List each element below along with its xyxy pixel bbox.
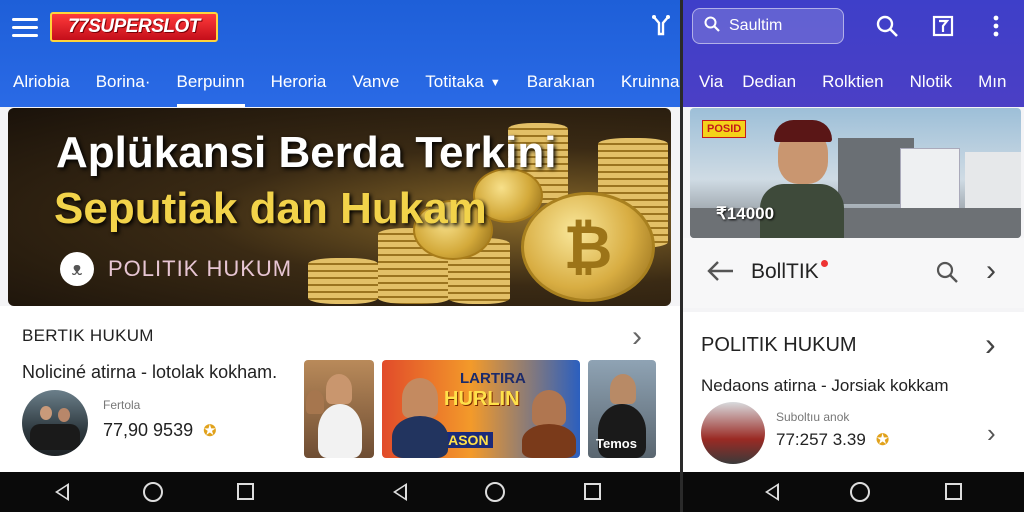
tab-totitaka[interactable]: Totitaka ▼ bbox=[412, 60, 513, 107]
thumbnail-3[interactable]: Temos bbox=[588, 360, 656, 458]
channel-title: BollTIK bbox=[751, 260, 828, 284]
recents-icon[interactable] bbox=[237, 483, 254, 500]
tab-berpuinn[interactable]: Berpuinn bbox=[164, 60, 258, 107]
category-tabs: Via Dedian Rolktien Nlotik Mın bbox=[683, 60, 1019, 107]
bitcoin-coin-icon: ₿ bbox=[521, 192, 655, 302]
coin-badge-icon: ✪ bbox=[875, 432, 890, 449]
thumbnail-banner-line1: LARTIRA bbox=[460, 370, 526, 387]
hero-headline: Aplükansi Berda Terkini bbox=[56, 128, 557, 177]
avatar[interactable] bbox=[22, 390, 88, 456]
search-placeholder: Saultim bbox=[729, 17, 783, 34]
hamburger-menu-icon[interactable] bbox=[12, 18, 38, 38]
back-icon[interactable] bbox=[393, 483, 407, 501]
back-icon[interactable] bbox=[55, 483, 69, 501]
card-subtitle: Nedaons atirna - Jorsiak kokkam bbox=[701, 376, 949, 395]
user-icon: ᴥ bbox=[60, 252, 94, 286]
home-icon[interactable] bbox=[485, 482, 505, 502]
recents-icon[interactable] bbox=[945, 483, 962, 500]
search-icon bbox=[703, 15, 721, 38]
card-heading: POLITIK HUKUM bbox=[701, 334, 857, 356]
thumbnail-2[interactable]: LARTIRA HURLIN DASON bbox=[382, 360, 580, 458]
thumbnail-1[interactable] bbox=[304, 360, 374, 458]
chevron-right-icon[interactable]: › bbox=[985, 326, 996, 363]
bookmark-icon[interactable] bbox=[931, 14, 955, 44]
tab-dedian[interactable]: Dedian bbox=[729, 60, 809, 107]
tab-nlotik[interactable]: Nlotik bbox=[897, 60, 966, 107]
notification-dot-icon bbox=[820, 260, 828, 267]
thumbnail-caption: Temos bbox=[596, 436, 637, 451]
tab-rolktien[interactable]: Rolktien bbox=[809, 60, 896, 107]
card-heading: BERTIK HUKUM bbox=[22, 326, 154, 345]
hero-subheadline: Seputiak dan Hukam bbox=[54, 184, 487, 233]
top-app-bar: Saultim Via Dedian Rolktien Nlotik Mın bbox=[683, 0, 1024, 107]
more-vert-icon[interactable] bbox=[991, 14, 1001, 44]
search-icon[interactable] bbox=[935, 260, 959, 289]
tab-alriobia[interactable]: Alriobia bbox=[0, 60, 83, 107]
search-input[interactable]: Saultim bbox=[692, 8, 844, 44]
back-arrow-icon[interactable] bbox=[707, 260, 735, 287]
coin-stack-image bbox=[308, 258, 378, 304]
meta-value: 77:257 3.39 ✪ bbox=[776, 430, 889, 450]
left-app-pane: 77SUPERSLOT Alriobia Borina· Berpuinn He… bbox=[0, 0, 680, 512]
news-card: POLITIK HUKUM › Nedaons atirna - Jorsiak… bbox=[683, 312, 1024, 472]
recents-icon[interactable] bbox=[584, 483, 601, 500]
category-tabs: Alriobia Borina· Berpuinn Heroria Vanve … bbox=[0, 60, 680, 107]
meta-value: 77,90 9539 ✪ bbox=[103, 420, 217, 441]
thumbnail-banner-line2: HURLIN bbox=[444, 388, 520, 410]
chevron-right-icon[interactable]: › bbox=[987, 418, 996, 449]
tab-min[interactable]: Mın bbox=[965, 60, 1019, 107]
hero-category-label: POLITIK HUKUM bbox=[108, 256, 293, 281]
meta-value-text: 77:257 3.39 bbox=[776, 430, 866, 449]
home-icon[interactable] bbox=[143, 482, 163, 502]
video-thumbnail[interactable]: POSID ₹14000 bbox=[690, 108, 1021, 238]
hero-banner[interactable]: ₿ Aplükansi Berda Terkini Seputiak dan H… bbox=[8, 108, 671, 306]
tab-totitaka-label: Totitaka bbox=[425, 72, 484, 91]
right-app-pane: Saultim Via Dedian Rolktien Nlotik Mın P… bbox=[683, 0, 1024, 512]
system-nav-bar bbox=[683, 472, 1024, 512]
card-subtitle: Noliciné atirna - lotolak kokham. bbox=[22, 362, 278, 382]
tab-via[interactable]: Via bbox=[683, 60, 729, 107]
channel-title-text: BollTIK bbox=[751, 260, 819, 283]
hero-category: ᴥ POLITIK HUKUM bbox=[60, 252, 292, 286]
tab-barakian[interactable]: Barakıan bbox=[514, 60, 608, 107]
back-icon[interactable] bbox=[765, 483, 779, 501]
filter-tool-icon[interactable] bbox=[650, 14, 672, 42]
home-icon[interactable] bbox=[850, 482, 870, 502]
chevron-down-icon: ▼ bbox=[489, 76, 501, 89]
system-nav-bar bbox=[0, 472, 680, 512]
tab-heroria[interactable]: Heroria bbox=[258, 60, 340, 107]
tab-vanve[interactable]: Vanve bbox=[339, 60, 412, 107]
coin-badge-icon: ✪ bbox=[203, 422, 217, 440]
search-icon[interactable] bbox=[875, 14, 899, 44]
avatar[interactable] bbox=[701, 402, 765, 464]
tab-borina[interactable]: Borina· bbox=[83, 60, 164, 107]
meta-label: Fertola bbox=[103, 398, 141, 412]
chevron-right-icon[interactable]: › bbox=[986, 256, 996, 286]
brand-logo[interactable]: 77SUPERSLOT bbox=[50, 12, 218, 42]
video-badge: POSID bbox=[702, 120, 747, 138]
chevron-right-icon[interactable]: › bbox=[632, 320, 642, 354]
top-app-bar: 77SUPERSLOT Alriobia Borina· Berpuinn He… bbox=[0, 0, 680, 107]
meta-value-text: 77,90 9539 bbox=[103, 420, 194, 440]
tab-kruinnar[interactable]: Kruinnar bbox=[608, 60, 680, 107]
video-price: ₹14000 bbox=[716, 204, 775, 223]
meta-label: Suboltıu anok bbox=[776, 410, 850, 424]
channel-strip: BollTIK › bbox=[683, 238, 1024, 308]
